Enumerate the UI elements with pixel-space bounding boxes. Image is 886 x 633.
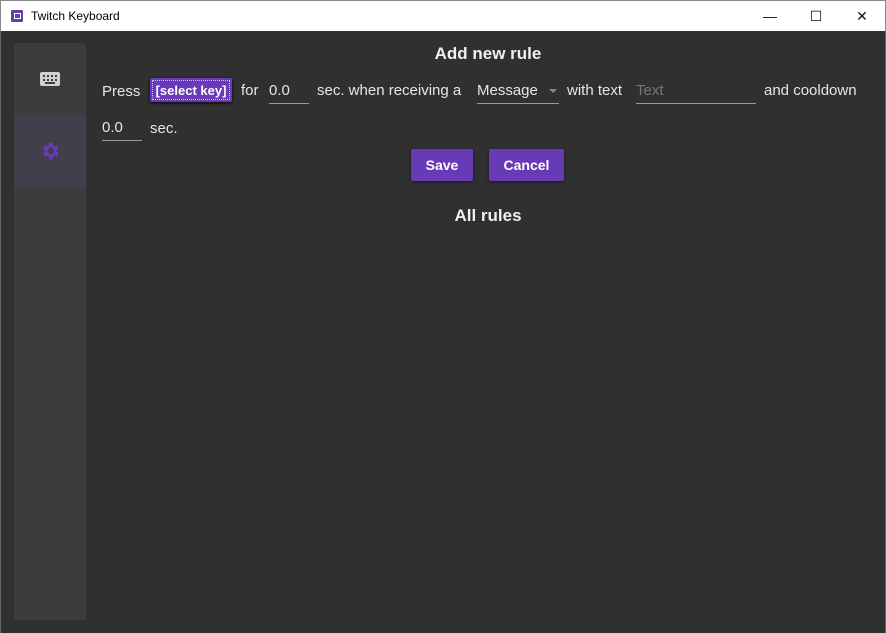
save-button[interactable]: Save <box>411 149 473 181</box>
all-rules-heading: All rules <box>454 206 522 225</box>
text-input[interactable]: Text <box>636 82 756 104</box>
window-title: Twitch Keyboard <box>31 9 120 23</box>
with-text-label: with text <box>567 82 623 99</box>
gear-icon <box>42 142 59 160</box>
and-cooldown-label: and cooldown <box>764 82 857 99</box>
sidebar-item-keyboard[interactable] <box>14 43 86 115</box>
keyboard-icon <box>40 72 60 86</box>
when-receiving-label: sec. when receiving a <box>317 82 462 99</box>
sidebar-item-settings[interactable] <box>14 115 86 187</box>
close-button[interactable]: ✕ <box>839 1 885 31</box>
for-label: for <box>241 82 259 99</box>
event-type-value: Message <box>477 82 538 99</box>
sidebar <box>14 43 86 620</box>
event-type-select[interactable]: Message <box>477 82 559 104</box>
main-area: Add new rule Press [select key] for 0.0 … <box>0 31 886 633</box>
title-bar: Twitch Keyboard — ☐ ✕ <box>0 0 886 31</box>
press-label: Press <box>102 83 141 100</box>
cancel-button[interactable]: Cancel <box>489 149 564 181</box>
cooldown-input[interactable]: 0.0 <box>102 119 142 141</box>
select-key-button[interactable]: [select key] <box>150 78 232 102</box>
app-icon <box>11 10 23 22</box>
minimize-button[interactable]: — <box>747 1 793 31</box>
add-rule-heading: Add new rule <box>434 44 542 63</box>
maximize-button[interactable]: ☐ <box>793 1 839 31</box>
duration-input[interactable]: 0.0 <box>269 82 309 104</box>
sec-label: sec. <box>150 120 178 137</box>
chevron-down-icon <box>549 89 557 93</box>
